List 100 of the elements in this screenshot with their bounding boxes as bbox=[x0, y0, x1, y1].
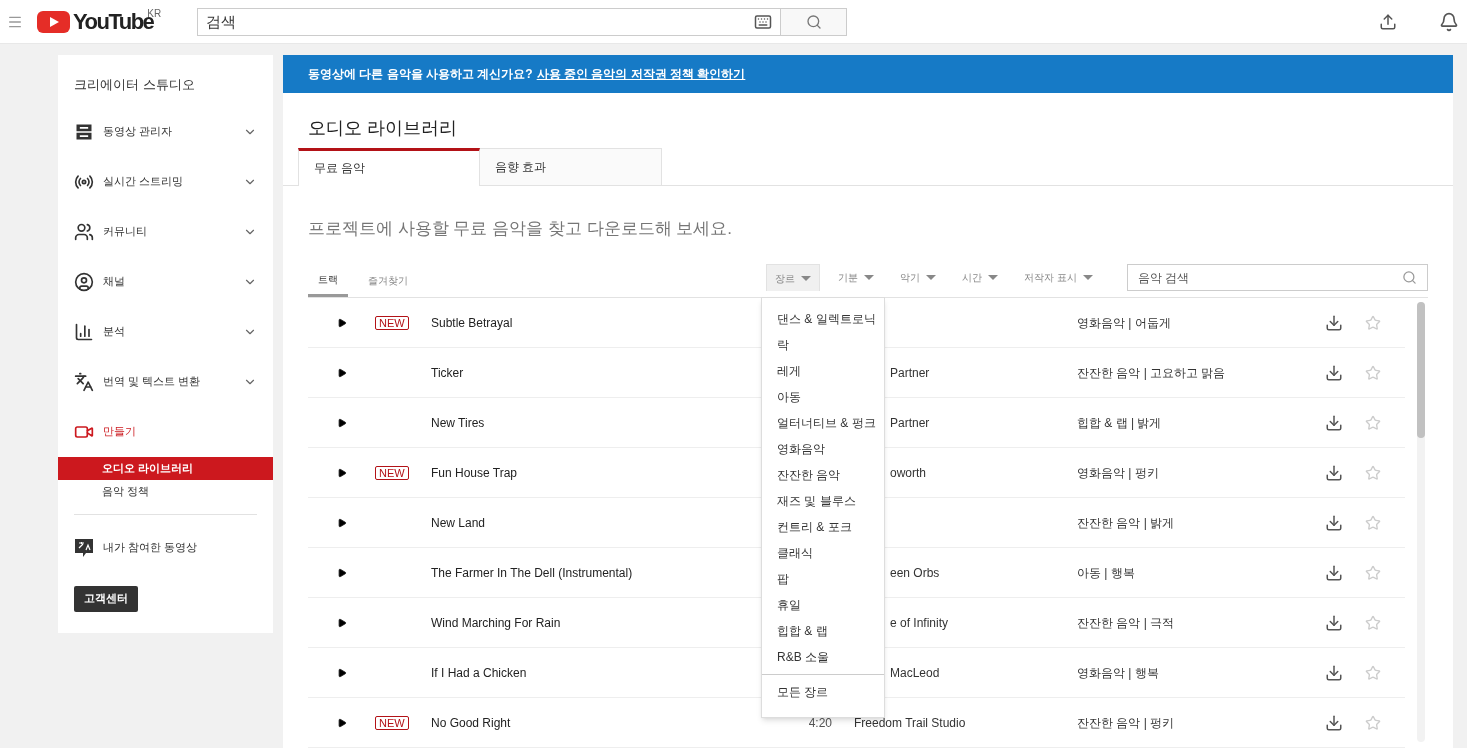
star-icon[interactable] bbox=[1365, 614, 1381, 631]
track-title: Wind Marching For Rain bbox=[431, 615, 561, 630]
genre-option[interactable]: 락 bbox=[762, 332, 884, 358]
download-icon[interactable] bbox=[1325, 463, 1343, 482]
track-title: No Good Right bbox=[431, 715, 511, 730]
track-title: If I Had a Chicken bbox=[431, 665, 527, 680]
play-icon[interactable] bbox=[337, 517, 347, 528]
download-icon[interactable] bbox=[1325, 313, 1343, 332]
genre-option[interactable]: 팝 bbox=[762, 566, 884, 592]
download-icon[interactable] bbox=[1325, 713, 1343, 732]
track-artist: MacLeod bbox=[890, 665, 940, 680]
filter-dropdown[interactable]: 악기 bbox=[892, 264, 945, 291]
genre-option[interactable]: 영화음악 bbox=[762, 436, 884, 462]
policy-link[interactable]: 사용 중인 음악의 저작권 정책 확인하기 bbox=[536, 65, 746, 83]
sidebar-title: 크리에이터 스튜디오 bbox=[73, 76, 196, 94]
genre-option[interactable]: 컨트리 & 포크 bbox=[762, 514, 884, 540]
play-icon[interactable] bbox=[337, 467, 347, 478]
keyboard-icon[interactable] bbox=[754, 12, 773, 31]
upload-icon[interactable] bbox=[1379, 12, 1397, 31]
tab[interactable]: 음향 효과 bbox=[480, 147, 662, 185]
download-icon[interactable] bbox=[1325, 363, 1343, 382]
genre-option[interactable]: 댄스 & 일렉트로닉 bbox=[762, 306, 884, 332]
help-center-button[interactable]: 고객센터 bbox=[74, 585, 138, 612]
banner-text: 동영상에 다른 음악을 사용하고 계신가요? bbox=[308, 66, 533, 83]
genre-mood: 잔잔한 음악 | 밝게 bbox=[1077, 514, 1176, 532]
track-title: The Farmer In The Dell (Instrumental) bbox=[431, 565, 633, 580]
play-icon[interactable] bbox=[337, 717, 347, 728]
star-icon[interactable] bbox=[1365, 664, 1381, 681]
sidebar-item[interactable]: 커뮤니티 bbox=[58, 206, 273, 257]
sidebar-subitem[interactable]: 음악 정책 bbox=[58, 479, 273, 503]
sidebar-item[interactable]: 실시간 스트리밍 bbox=[58, 156, 273, 207]
caret-icon bbox=[801, 275, 812, 281]
filter-dropdown[interactable]: 시간 bbox=[954, 264, 1007, 291]
filter-dropdown[interactable]: 기분 bbox=[830, 264, 883, 291]
play-icon[interactable] bbox=[337, 367, 347, 378]
genre-option[interactable]: 레게 bbox=[762, 358, 884, 384]
search-icon bbox=[1402, 270, 1417, 285]
play-icon[interactable] bbox=[337, 417, 347, 428]
sidebar-item[interactable]: 내가 참여한 동영상 bbox=[58, 521, 273, 574]
caret-icon bbox=[988, 275, 999, 280]
genre-option[interactable]: 잔잔한 음악 bbox=[762, 462, 884, 488]
star-icon[interactable] bbox=[1365, 364, 1381, 381]
music-search-box[interactable]: 음악 검색 bbox=[1127, 264, 1428, 291]
tab[interactable]: 무료 음악 bbox=[298, 147, 480, 186]
sidebar-item[interactable]: 만들기 bbox=[58, 406, 273, 457]
genre-option[interactable]: 휴일 bbox=[762, 592, 884, 618]
sidebar-item[interactable]: 채널 bbox=[58, 256, 273, 307]
download-icon[interactable] bbox=[1325, 563, 1343, 582]
new-badge: NEW bbox=[375, 715, 409, 730]
genre-option[interactable]: 힙합 & 랩 bbox=[762, 618, 884, 644]
genre-mood: 영화음악 | 펑키 bbox=[1077, 464, 1160, 482]
download-icon[interactable] bbox=[1325, 413, 1343, 432]
genre-mood: 영화음악 | 행복 bbox=[1077, 664, 1160, 682]
genre-option[interactable]: 클래식 bbox=[762, 540, 884, 566]
star-icon[interactable] bbox=[1365, 564, 1381, 581]
sidebar-item[interactable]: 분석 bbox=[58, 306, 273, 357]
genre-mood: 아동 | 행복 bbox=[1077, 564, 1136, 582]
track-title: Ticker bbox=[431, 365, 464, 380]
star-icon[interactable] bbox=[1365, 464, 1381, 481]
sidebar-item[interactable]: 동영상 관리자 bbox=[58, 106, 273, 157]
track-tab[interactable]: 트랙 bbox=[308, 264, 348, 297]
filter-dropdown[interactable]: 저작자 표시 bbox=[1016, 264, 1101, 291]
new-badge: NEW bbox=[375, 465, 409, 480]
play-icon[interactable] bbox=[337, 317, 347, 328]
track-artist: e of Infinity bbox=[890, 615, 949, 630]
sidebar-item[interactable]: 번역 및 텍스트 변환 bbox=[58, 356, 273, 407]
track-tab[interactable]: 즐겨찾기 bbox=[358, 264, 418, 297]
download-icon[interactable] bbox=[1325, 513, 1343, 532]
track-title: Subtle Betrayal bbox=[431, 315, 513, 330]
caret-icon bbox=[926, 275, 937, 280]
star-icon[interactable] bbox=[1365, 514, 1381, 531]
play-icon[interactable] bbox=[337, 667, 347, 678]
track-duration: 4:20 bbox=[807, 714, 832, 732]
bar-chart-icon bbox=[74, 321, 94, 342]
genre-mood: 잔잔한 음악 | 펑키 bbox=[1077, 714, 1176, 732]
download-icon[interactable] bbox=[1325, 613, 1343, 632]
people-icon bbox=[74, 221, 94, 242]
star-icon[interactable] bbox=[1365, 714, 1381, 731]
track-title: New Tires bbox=[431, 415, 485, 430]
genre-mood: 잔잔한 음악 | 고요하고 맑음 bbox=[1077, 364, 1227, 382]
notifications-icon[interactable] bbox=[1439, 11, 1459, 32]
genre-option[interactable]: 얼터너티브 & 펑크 bbox=[762, 410, 884, 436]
star-icon[interactable] bbox=[1365, 314, 1381, 331]
track-artist: Partner bbox=[890, 365, 930, 380]
sidebar-subitem[interactable]: 오디오 라이브러리 bbox=[58, 456, 273, 480]
play-icon[interactable] bbox=[337, 567, 347, 578]
play-icon[interactable] bbox=[337, 617, 347, 628]
music-search-field[interactable]: 음악 검색 bbox=[1128, 265, 1402, 290]
genre-mood: 힙합 & 랩 | 밝게 bbox=[1077, 414, 1163, 432]
genre-option[interactable]: 재즈 및 블루스 bbox=[762, 488, 884, 514]
genre-mood: 영화음악 | 어둡게 bbox=[1077, 314, 1172, 332]
genre-option[interactable]: 아동 bbox=[762, 384, 884, 410]
star-icon[interactable] bbox=[1365, 414, 1381, 431]
download-icon[interactable] bbox=[1325, 663, 1343, 682]
caret-icon bbox=[864, 275, 875, 280]
genre-option[interactable]: 모든 장르 bbox=[762, 675, 884, 709]
genre-option[interactable]: R&B 소울 bbox=[762, 644, 884, 670]
scrollbar[interactable] bbox=[1417, 302, 1425, 742]
account-icon bbox=[74, 271, 94, 292]
search-icon bbox=[805, 13, 822, 30]
